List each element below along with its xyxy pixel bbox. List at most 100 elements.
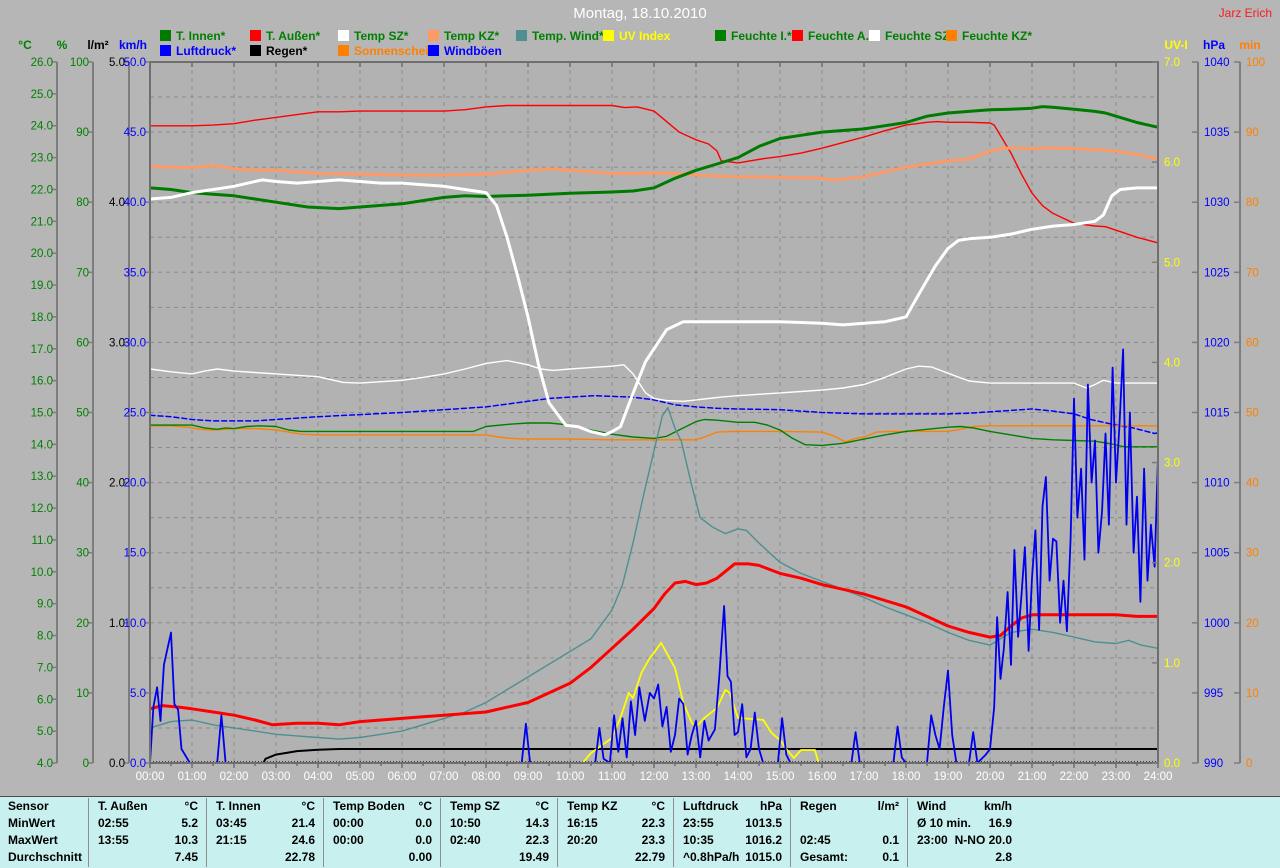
x-tick-label: 19:00: [934, 771, 963, 783]
x-tick-label: 04:00: [304, 771, 333, 783]
x-tick-label: 17:00: [850, 771, 879, 783]
axis-tick-label: 60: [76, 337, 89, 349]
table-cell-tauen-row1: 02:55 5.2: [88, 816, 206, 833]
table-cell-regen-row3: Gesamt:0.1: [790, 850, 907, 867]
table-cell-tempsz-row1: 10:5014.3: [440, 816, 557, 833]
table-cell-value: hPa: [760, 799, 790, 816]
axis-min: 1009080706050403020100min: [1234, 38, 1265, 770]
axis-tick-label: 13.0: [31, 471, 53, 483]
axis-tick-label: 5.0: [37, 726, 53, 738]
axis-tick-label: 100: [70, 57, 89, 69]
axis-tick-label: 4.0: [1164, 357, 1180, 369]
axis-tick-label: 2.0: [109, 478, 125, 490]
axis-C: 26.025.024.023.022.021.020.019.018.017.0…: [18, 38, 57, 770]
table-cell-time: [88, 850, 98, 867]
x-tick-label: 02:00: [220, 771, 249, 783]
table-cell-tempsz-row0: Temp SZ°C: [440, 799, 557, 816]
axis-hPa: 1040103510301025102010151010100510009959…: [1192, 38, 1230, 770]
axis-tick-label: 26.0: [31, 57, 53, 69]
table-cell-regen-row1: [790, 816, 907, 833]
axis-tick-label: 10: [76, 688, 89, 700]
table-cell-time: Luftdruck: [673, 799, 738, 816]
axis-tick-label: 90: [76, 127, 89, 139]
axis-tick-label: 0.0: [130, 758, 146, 770]
axis-tick-label: 90: [1246, 127, 1259, 139]
x-tick-label: 14:00: [724, 771, 753, 783]
axis-tick-label: 20: [1246, 618, 1259, 630]
table-cell-tauen-row3: 7.45: [88, 850, 206, 867]
x-tick-label: 00:00: [136, 771, 165, 783]
axis-tick-label: 30: [76, 548, 89, 560]
table-cell-value: 0.0: [415, 816, 440, 833]
table-cell-time: 20:20: [557, 833, 598, 850]
axis-tick-label: 0.0: [1164, 758, 1180, 770]
axis-tick-label: 7.0: [1164, 57, 1180, 69]
table-cell-regen-row2: 02:45 0.1: [790, 833, 907, 850]
table-cell-time: 16:15: [557, 816, 598, 833]
axis-tick-label: 10.0: [124, 618, 146, 630]
table-cell-value: 1016.2: [745, 833, 790, 850]
table-cell-value: °C: [185, 799, 206, 816]
x-axis-labels: 00:0001:0002:0003:0004:0005:0006:0007:00…: [136, 771, 1173, 783]
table-cell-time: Wind: [907, 799, 946, 816]
axis-tick-label: 5.0: [130, 688, 146, 700]
table-cell-value: 0.1: [882, 833, 907, 850]
table-cell-time: 00:00: [323, 833, 364, 850]
x-tick-label: 12:00: [640, 771, 669, 783]
table-cell-regen-row0: Regenl/m²: [790, 799, 907, 816]
axis-tick-label: 995: [1204, 688, 1223, 700]
axis-tick-label: 2.0: [1164, 558, 1180, 570]
axis-tick-label: 4.0: [109, 197, 125, 209]
axis-tick-label: 990: [1204, 758, 1223, 770]
table-cell-time: 00:00: [323, 816, 364, 833]
axis-tick-label: 0: [83, 758, 89, 770]
table-cell-tempkz-row2: 20:2023.3: [557, 833, 673, 850]
table-row-label: MaxWert: [8, 833, 58, 847]
table-cell-value: 22.78: [285, 850, 323, 867]
table-cell-tauen-row0: T. Außen°C: [88, 799, 206, 816]
table-cell-luftdruck-row0: Luftdruck hPa: [673, 799, 790, 816]
table-cell-time: 02:55: [88, 816, 129, 833]
table-cell-time: 23:55: [673, 816, 714, 833]
table-cell-time: [557, 850, 567, 867]
axis-tick-label: 14.0: [31, 439, 53, 451]
x-tick-label: 10:00: [556, 771, 585, 783]
table-cell-value: 1013.5: [745, 816, 790, 833]
x-tick-label: 03:00: [262, 771, 291, 783]
table-cell-time: [206, 850, 216, 867]
table-cell-tempboden-row2: 00:000.0: [323, 833, 440, 850]
axis-tick-label: 20.0: [31, 248, 53, 260]
axis-unit-label: min: [1239, 38, 1260, 52]
table-cell-tempboden-row0: Temp Boden°C: [323, 799, 440, 816]
table-cell-luftdruck-row3: ^0.8hPa/h1015.0: [673, 850, 790, 867]
table-cell-value: 16.9: [989, 816, 1020, 833]
axis-tick-label: 1.0: [109, 618, 125, 630]
x-tick-label: 11:00: [598, 771, 626, 783]
table-cell-time: T. Innen: [206, 799, 261, 816]
table-cell-tempkz-row0: Temp KZ°C: [557, 799, 673, 816]
axis-tick-label: 40: [1246, 478, 1259, 490]
table-cell-time: Ø 10 min.: [907, 816, 971, 833]
axis-tick-label: 50.0: [124, 57, 146, 69]
table-cell-time: [440, 850, 450, 867]
axis-tick-label: 3.0: [1164, 458, 1180, 470]
x-tick-label: 24:00: [1144, 771, 1173, 783]
axis-tick-label: 40.0: [124, 197, 146, 209]
table-cell-wind-row1: Ø 10 min. 16.9: [907, 816, 1020, 833]
axis-tick-label: 19.0: [31, 280, 53, 292]
table-cell-value: 0.00: [409, 850, 440, 867]
table-cell-tempboden-row3: 0.00: [323, 850, 440, 867]
table-cell-value: 22.3: [642, 816, 673, 833]
table-cell-tinnen-row2: 21:1524.6: [206, 833, 323, 850]
x-tick-label: 21:00: [1018, 771, 1047, 783]
table-cell-time: 02:45: [790, 833, 831, 850]
axis-kmh: 50.045.040.035.030.025.020.015.010.05.00…: [119, 38, 150, 770]
table-cell-value: 5.2: [181, 816, 206, 833]
x-tick-label: 07:00: [430, 771, 459, 783]
x-tick-label: 15:00: [766, 771, 795, 783]
axis-tick-label: 9.0: [37, 599, 53, 611]
table-cell-value: °C: [302, 799, 323, 816]
table-cell-time: Temp Boden: [323, 799, 405, 816]
table-cell-tauen-row2: 13:5510.3: [88, 833, 206, 850]
axis-tick-label: 50: [1246, 408, 1259, 420]
